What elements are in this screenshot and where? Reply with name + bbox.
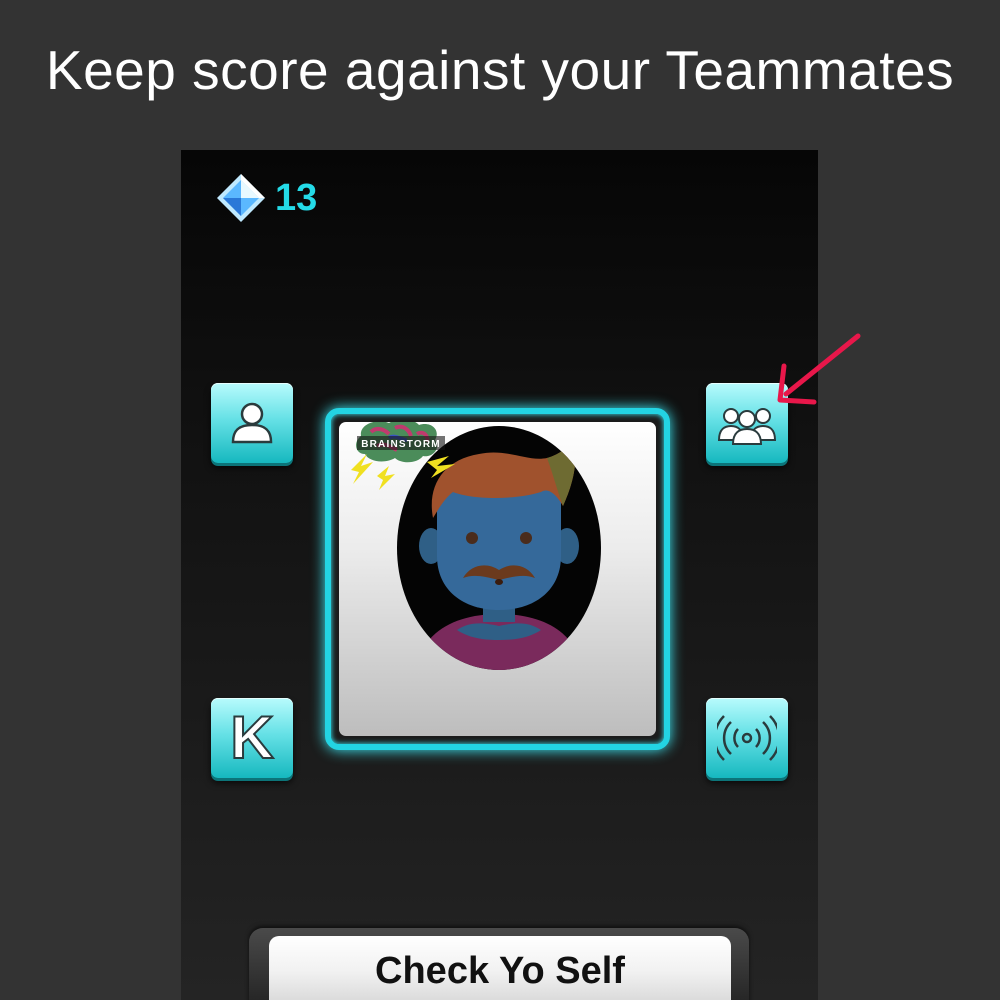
gem-count: 13 — [275, 176, 318, 219]
check-yo-self-button[interactable]: Check Yo Self — [269, 936, 731, 1000]
person-icon — [231, 402, 273, 444]
gem-counter: 13 — [215, 170, 317, 226]
diamond-icon — [217, 174, 265, 222]
single-player-button[interactable] — [211, 383, 293, 463]
keyboard-button-label: K — [229, 704, 274, 771]
group-icon — [717, 408, 777, 445]
keyboard-button[interactable]: K — [211, 698, 293, 778]
brainstorm-logo: BRAINSTORM — [339, 422, 463, 498]
wireless-button[interactable] — [706, 698, 788, 778]
headline: Keep score against your Teammates — [45, 39, 955, 101]
avatar-frame[interactable]: BRAINSTORM — [325, 408, 670, 750]
phone-screen: 13 K BRAINSTORM Check Yo Self — [181, 150, 818, 1000]
avatar-frame-inner: BRAINSTORM — [339, 422, 656, 736]
wireless-signal-icon — [717, 715, 777, 761]
pointer-arrow-icon — [777, 333, 861, 405]
brainstorm-logo-text: BRAINSTORM — [361, 439, 441, 450]
